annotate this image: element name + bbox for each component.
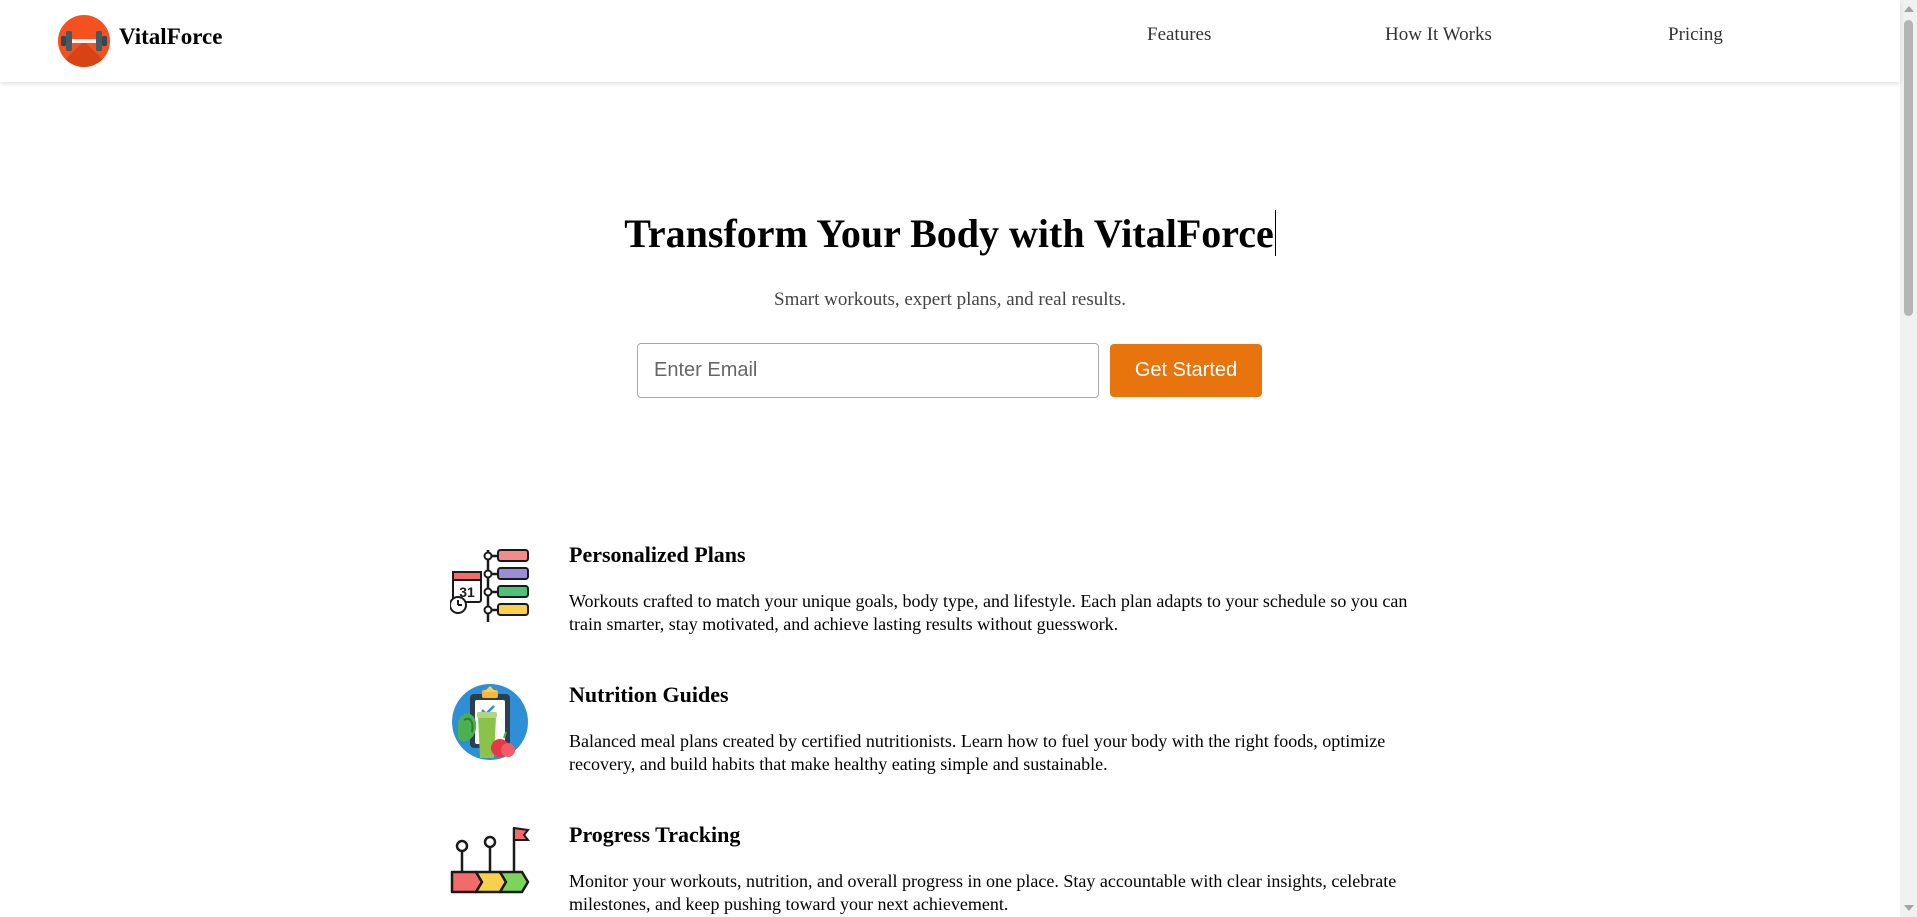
feature-title: Personalized Plans (569, 542, 746, 567)
nav-pricing[interactable]: Pricing (1668, 24, 1723, 46)
nav-how-it-works[interactable]: How It Works (1385, 24, 1492, 46)
feature-title: Nutrition Guides (569, 682, 729, 707)
vertical-scrollbar[interactable] (1900, 0, 1917, 917)
nav-features[interactable]: Features (1147, 24, 1211, 46)
feature-progress-tracking: Progress Tracking Monitor your workouts,… (450, 822, 1440, 917)
feature-personalized-plans: 31 Personalized Plans Workouts crafted t… (449, 542, 1440, 662)
progress-milestone-icon (450, 822, 531, 902)
scroll-up-icon[interactable] (1904, 6, 1914, 12)
scroll-down-icon[interactable] (1904, 905, 1914, 911)
hero-title-text: Transform Your Body with VitalForce (624, 211, 1274, 256)
nutrition-clipboard-icon (450, 682, 530, 762)
brand-name[interactable]: VitalForce (119, 24, 222, 50)
feature-description: Workouts crafted to match your unique go… (569, 591, 1408, 634)
feature-nutrition-guides: Nutrition Guides Balanced meal plans cre… (450, 682, 1440, 802)
page: VitalForce Features How It Works Pricing… (0, 0, 1917, 917)
email-input[interactable] (637, 343, 1099, 398)
dumbbell-icon[interactable] (58, 15, 110, 67)
hero-title: Transform Your Body with VitalForce (0, 210, 1900, 257)
feature-description: Monitor your workouts, nutrition, and ov… (569, 871, 1397, 914)
hero-subtitle: Smart workouts, expert plans, and real r… (774, 289, 1126, 310)
schedule-plan-icon: 31 (449, 542, 530, 622)
feature-title: Progress Tracking (569, 822, 741, 847)
get-started-button[interactable]: Get Started (1110, 344, 1262, 397)
feature-description: Balanced meal plans created by certified… (569, 731, 1386, 774)
text-caret (1274, 210, 1276, 256)
site-header: VitalForce Features How It Works Pricing (0, 0, 1900, 82)
scroll-thumb[interactable] (1904, 20, 1913, 316)
